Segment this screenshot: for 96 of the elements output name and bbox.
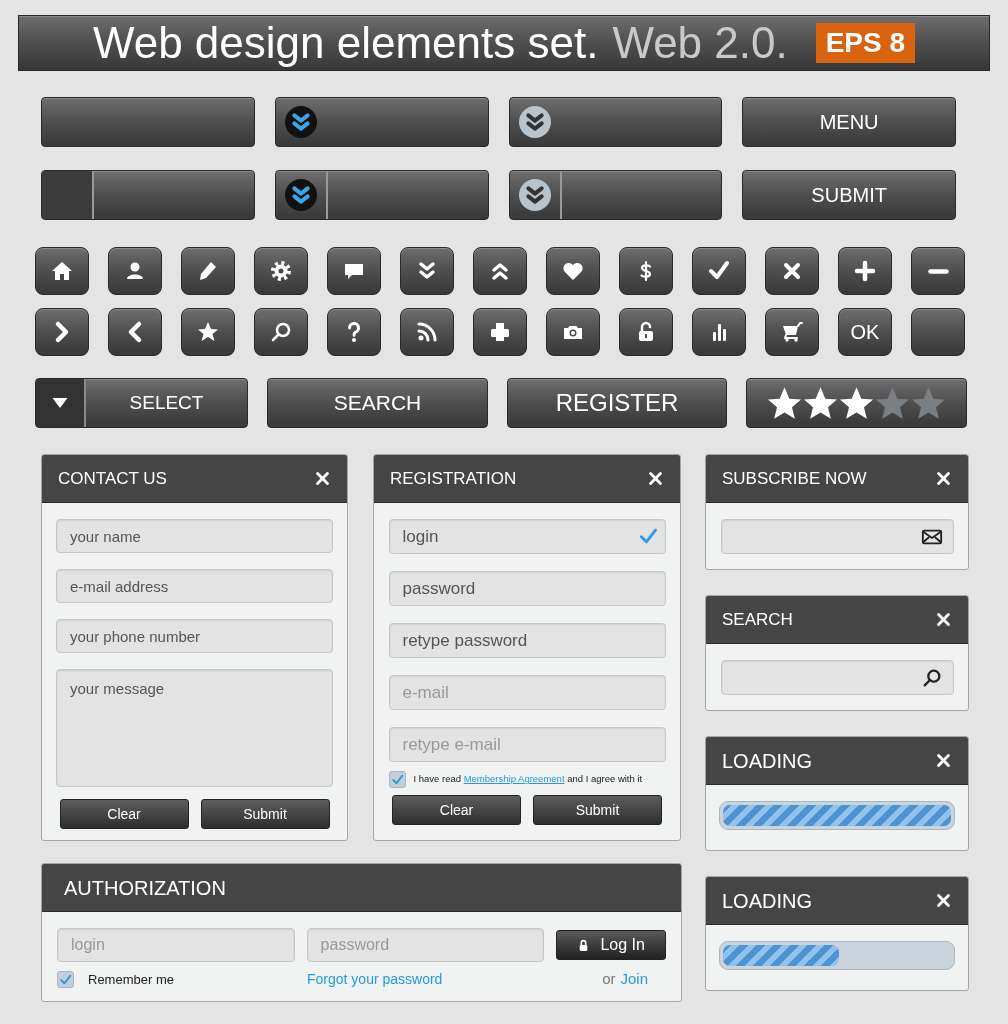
icon-button[interactable] [108,247,162,295]
input-field[interactable] [720,519,954,554]
input-field[interactable]: password [306,928,545,962]
icon-button[interactable] [181,308,235,356]
chevron-circle-icon [284,106,317,138]
bar-button[interactable] [508,170,723,220]
agreement-text: I have read Membership Agreement and I agree with it [413,772,643,787]
bar-button[interactable] [274,97,489,147]
input-field[interactable]: e-mail [388,675,666,710]
star-icon [912,387,945,419]
banner-title: Web design elements set. [92,21,599,65]
star-icon [804,387,837,419]
checkbox[interactable] [388,771,406,788]
icon-button[interactable] [692,308,746,356]
panel-title: SEARCH [722,608,793,631]
check-icon [390,773,404,786]
home-icon [50,259,74,283]
plus-icon [853,259,877,283]
or-text: or [602,969,616,989]
input-field[interactable]: retype password [388,623,666,658]
icon-button[interactable] [254,308,308,356]
register-button[interactable]: REGISTER [507,378,727,428]
bar-button[interactable]: SUBMIT [742,170,956,220]
icon-button[interactable] [911,247,965,295]
banner-subtitle: Web 2.0. [612,21,788,65]
icon-button[interactable] [692,247,746,295]
close-icon[interactable] [647,470,664,487]
icon-button[interactable] [765,308,819,356]
format-badge: EPS 8 [815,23,916,63]
panel-title: CONTACT US [58,467,167,490]
icon-button[interactable] [108,308,162,356]
panel-title: LOADING [722,748,813,774]
icon-button[interactable] [473,308,527,356]
icon-button[interactable] [619,308,673,356]
chevron-circle-icon [284,179,317,211]
input-field[interactable]: login [388,519,666,554]
cart-icon [780,320,804,344]
panel-title: LOADING [722,888,813,914]
panel-title: AUTHORIZATION [64,875,226,901]
icon-button[interactable] [911,308,965,356]
check-icon [59,972,72,986]
icon-button[interactable]: OK [838,308,892,356]
search-button[interactable]: SEARCH [267,378,488,428]
star-icon [768,387,801,419]
panel-title: REGISTRATION [390,467,517,490]
form-button[interactable]: Clear [59,799,189,829]
input-field[interactable] [720,660,954,695]
icon-button[interactable] [400,247,454,295]
star-rating[interactable] [768,387,945,419]
icon-button[interactable] [400,308,454,356]
message-field[interactable]: your message [56,669,333,787]
rss-icon [415,320,439,344]
input-field[interactable]: retype e-mail [388,727,666,762]
icon-button[interactable] [473,247,527,295]
bar-button[interactable] [274,170,489,220]
close-icon[interactable] [935,752,952,769]
icon-button[interactable] [765,247,819,295]
minus-icon [927,268,949,274]
chevron-circle-icon [518,106,551,138]
form-button[interactable]: Submit [200,799,330,829]
bar-button[interactable]: MENU [742,97,956,147]
bar-button[interactable] [41,97,255,147]
star-icon [840,387,873,419]
close-icon[interactable] [314,470,331,487]
icon-button[interactable] [327,308,381,356]
icon-button[interactable] [327,247,381,295]
gear-icon [269,259,293,283]
search-icon [269,320,293,344]
bar-button[interactable] [41,170,255,220]
form-button[interactable]: Submit [533,795,662,825]
checkbox-label: Remember me [88,970,174,989]
input-field[interactable]: your name [56,519,333,553]
star-icon [876,387,909,419]
input-field[interactable]: password [388,571,666,606]
bar-button[interactable] [508,97,723,147]
close-icon[interactable] [935,892,952,909]
checkbox[interactable] [57,970,74,988]
icon-button[interactable] [838,247,892,295]
login-button[interactable]: Log In [556,930,666,960]
chevron-circle-icon [518,179,551,211]
icon-button[interactable] [619,247,673,295]
printer-icon [488,320,512,344]
select-dropdown[interactable]: SELECT [35,378,248,428]
icon-button[interactable] [35,308,89,356]
icon-button[interactable] [546,247,600,295]
icon-button[interactable] [546,308,600,356]
icon-button[interactable] [254,247,308,295]
panel-title: SUBSCRIBE NOW [722,467,867,490]
icon-button[interactable] [35,247,89,295]
input-field[interactable]: login [57,928,295,962]
input-field[interactable]: your phone number [56,619,333,653]
close-icon[interactable] [935,611,952,628]
icon-button[interactable] [181,247,235,295]
form-button[interactable]: Clear [392,795,521,825]
input-field[interactable]: e-mail address [56,569,333,603]
close-icon[interactable] [935,470,952,487]
